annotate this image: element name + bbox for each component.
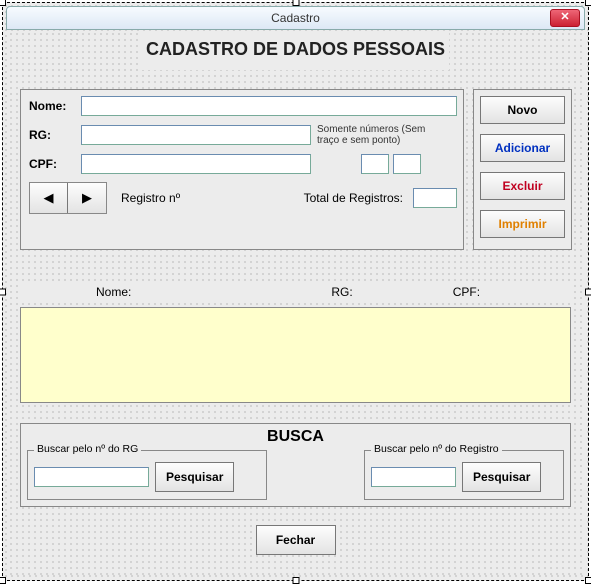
rg-input[interactable]	[81, 125, 311, 145]
buscar-rg-button[interactable]: Pesquisar	[155, 462, 234, 492]
busca-panel: BUSCA Buscar pelo nº do RG Pesquisar Bus…	[20, 423, 571, 507]
window-title: Cadastro	[271, 11, 320, 25]
novo-button[interactable]: Novo	[480, 96, 565, 124]
window-body: CADASTRO DE DADOS PESSOAIS Nome: RG: Som…	[8, 31, 583, 575]
nome-input[interactable]	[81, 96, 457, 116]
rg-label: RG:	[29, 128, 81, 142]
nome-label: Nome:	[29, 99, 81, 113]
buscar-rg-input[interactable]	[34, 467, 149, 487]
total-label: Total de Registros:	[304, 191, 403, 205]
column-nome: Nome:	[96, 285, 131, 299]
arrow-right-icon: ▶	[82, 190, 92, 205]
close-icon: ✕	[560, 11, 569, 23]
buscar-registro-button[interactable]: Pesquisar	[462, 462, 541, 492]
fechar-button[interactable]: Fechar	[256, 525, 336, 555]
cpf-extra1-input[interactable]	[361, 154, 389, 174]
next-record-button[interactable]: ▶	[68, 183, 106, 213]
resize-handle[interactable]	[585, 0, 591, 6]
buscar-rg-legend: Buscar pelo nº do RG	[34, 443, 141, 455]
arrow-left-icon: ◀	[44, 190, 54, 205]
column-rg: RG:	[331, 285, 352, 299]
resize-handle[interactable]	[585, 288, 591, 295]
cpf-label: CPF:	[29, 157, 81, 171]
cpf-extra2-input[interactable]	[393, 154, 421, 174]
cpf-input[interactable]	[81, 154, 311, 174]
buscar-por-rg-group: Buscar pelo nº do RG Pesquisar	[27, 450, 267, 500]
imprimir-button[interactable]: Imprimir	[480, 210, 565, 238]
actions-panel: Novo Adicionar Excluir Imprimir	[473, 89, 572, 250]
window-close-button[interactable]: ✕	[550, 9, 580, 27]
registro-label: Registro nº	[121, 191, 180, 205]
designer-canvas: Cadastro ✕ CADASTRO DE DADOS PESSOAIS No…	[2, 2, 589, 581]
excluir-button[interactable]: Excluir	[480, 172, 565, 200]
buscar-registro-legend: Buscar pelo nº do Registro	[371, 443, 502, 455]
list-header: Nome: RG: CPF:	[20, 281, 571, 303]
rg-hint: Somente números (Sem traço e sem ponto)	[317, 124, 449, 146]
total-registros-field[interactable]	[413, 188, 457, 208]
form-panel: Nome: RG: Somente números (Sem traço e s…	[20, 89, 464, 250]
page-title: CADASTRO DE DADOS PESSOAIS	[142, 31, 449, 70]
resize-handle[interactable]	[0, 0, 6, 6]
window-titlebar: Cadastro ✕	[6, 6, 585, 30]
resize-handle[interactable]	[0, 288, 6, 295]
records-listbox[interactable]	[20, 307, 571, 403]
adicionar-button[interactable]: Adicionar	[480, 134, 565, 162]
buscar-registro-input[interactable]	[371, 467, 456, 487]
column-cpf: CPF:	[453, 285, 480, 299]
buscar-por-registro-group: Buscar pelo nº do Registro Pesquisar	[364, 450, 564, 500]
prev-record-button[interactable]: ◀	[30, 183, 68, 213]
